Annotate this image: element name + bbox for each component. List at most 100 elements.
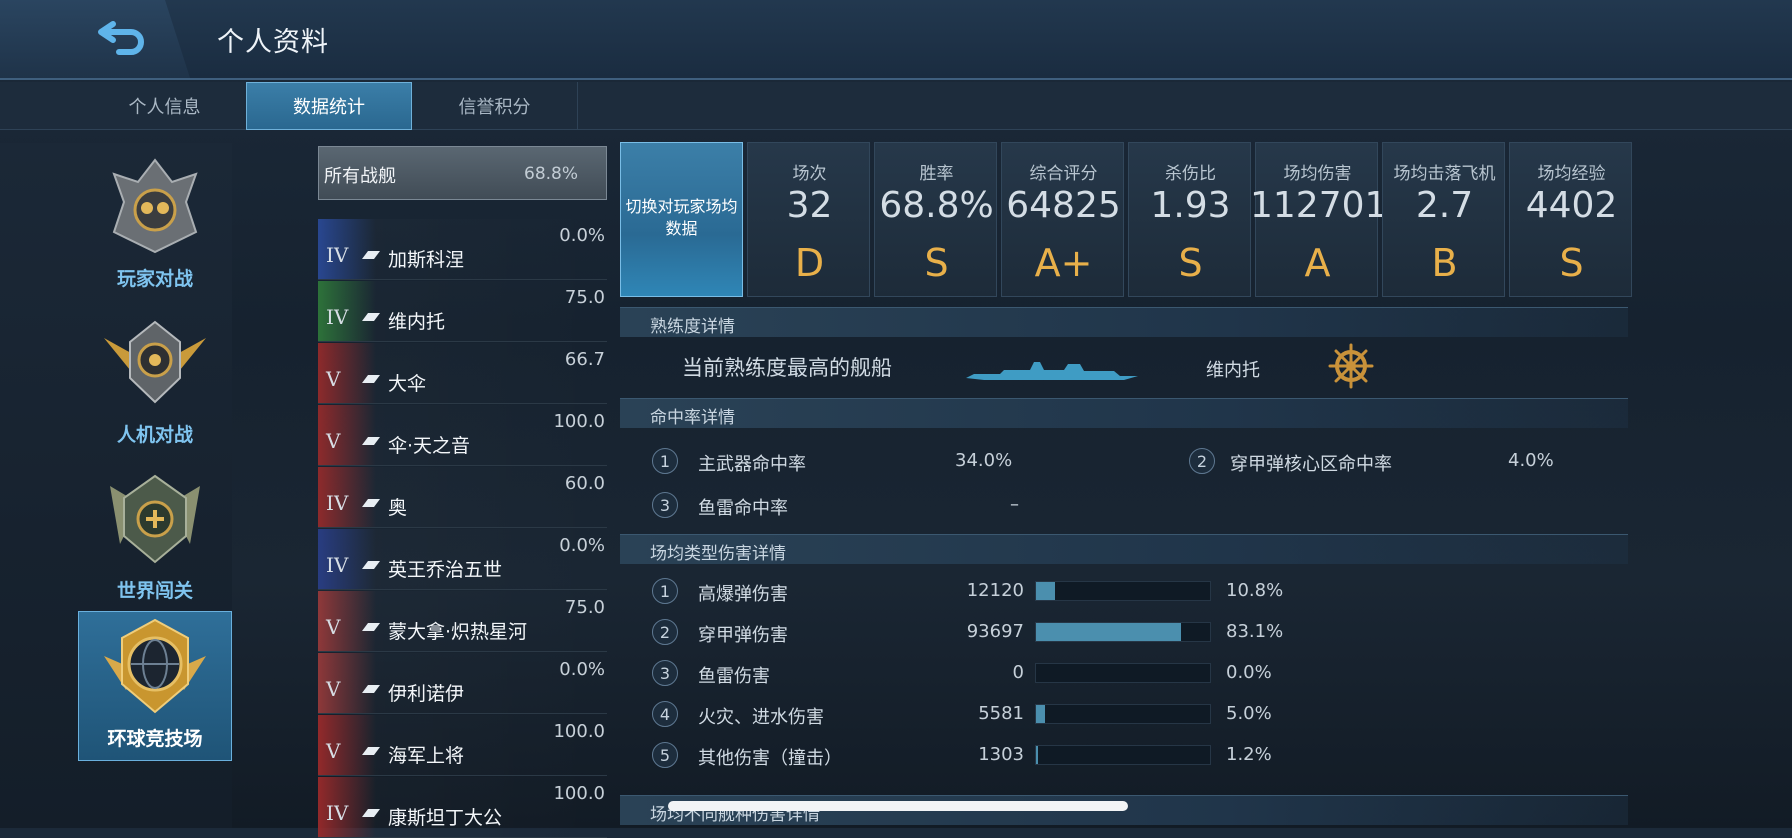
page-title: 个人资料 (217, 27, 329, 58)
stat-card: 场次 32 D (747, 142, 870, 297)
damage-bar-fill (1036, 582, 1055, 600)
ship-row[interactable]: V 大伞 66.7 (318, 343, 607, 404)
ship-value: 0.0% (559, 659, 605, 680)
stat-title: 场均经验 (1537, 164, 1606, 184)
accuracy-value: 34.0% (955, 450, 1013, 471)
damage-percent: 10.8% (1226, 580, 1284, 601)
top-proficiency-label: 当前熟练度最高的舰船 (682, 356, 892, 380)
mode-world-challenge[interactable]: 世界闯关 (78, 464, 232, 614)
ship-name: 伞·天之音 (388, 435, 471, 457)
stat-title: 胜率 (919, 164, 954, 184)
damage-percent: 0.0% (1226, 662, 1272, 683)
stat-title: 场均伤害 (1283, 164, 1352, 184)
damage-bar (1035, 581, 1211, 601)
arena-emblem-icon (104, 618, 206, 714)
ship-tier: V (326, 429, 341, 453)
ship-name: 加斯科涅 (388, 249, 465, 271)
damage-percent: 1.2% (1226, 744, 1272, 765)
damage-value: 93697 (966, 621, 1024, 642)
damage-bar (1035, 745, 1211, 765)
ship-class-icon (362, 809, 380, 817)
ship-class-icon (362, 499, 380, 507)
pve-emblem-icon (104, 320, 206, 404)
ship-tier: V (326, 367, 341, 391)
damage-label: 鱼雷伤害 (698, 666, 770, 687)
ship-row[interactable]: IV 康斯坦丁大公 100.0 (318, 777, 607, 838)
damage-num: 1 (652, 578, 678, 604)
ship-name: 维内托 (388, 311, 446, 333)
mode-global-arena[interactable]: 环球竞技场 (78, 611, 232, 761)
mode-label: 人机对战 (116, 424, 193, 446)
stat-value: 2.7 (1415, 185, 1474, 226)
stat-title: 综合评分 (1029, 164, 1098, 184)
pvp-emblem-icon (112, 158, 198, 254)
ship-tier: IV (326, 305, 349, 329)
damage-label: 其他伤害（撞击） (698, 748, 842, 769)
stat-card: 杀伤比 1.93 S (1128, 142, 1251, 297)
world-emblem-icon (110, 474, 200, 564)
damage-value: 12120 (966, 580, 1024, 601)
switch-data-label: 切换对玩家场均数据 (625, 197, 738, 238)
ship-class-icon (362, 623, 380, 631)
accuracy-label: 鱼雷命中率 (698, 498, 788, 519)
accuracy-value: – (1010, 494, 1019, 515)
damage-bar-fill (1036, 746, 1038, 764)
ship-value: 0.0% (559, 535, 605, 556)
ship-row[interactable]: V 海军上将 100.0 (318, 715, 607, 776)
damage-value: 1303 (978, 744, 1024, 765)
stat-grade: S (924, 241, 949, 285)
back-arrow-icon (98, 21, 144, 55)
ship-value: 75.0 (564, 597, 605, 618)
accuracy-label: 主武器命中率 (698, 454, 806, 475)
damage-bar-fill (1036, 705, 1045, 723)
ship-value: 0.0% (559, 225, 605, 246)
stat-grade: D (794, 241, 825, 285)
ship-row[interactable]: IV 英王乔治五世 0.0% (318, 529, 607, 590)
home-indicator (668, 801, 1128, 811)
damage-bar (1035, 622, 1211, 642)
ship-class-icon (362, 747, 380, 755)
ship-row[interactable]: V 伊利诺伊 0.0% (318, 653, 607, 714)
stat-value: 112701 (1250, 185, 1388, 226)
damage-value: 5581 (978, 703, 1024, 724)
damage-label: 火灾、进水伤害 (698, 707, 824, 728)
proficiency-header: 熟练度详情 (620, 307, 1628, 337)
damage-num: 2 (652, 619, 678, 645)
ship-class-icon (362, 251, 380, 259)
tab-personal-info[interactable]: 个人信息 (82, 82, 248, 130)
mode-pvp[interactable]: 玩家对战 (78, 152, 232, 302)
all-ships-value: 68.8% (524, 164, 579, 184)
ship-row[interactable]: IV 维内托 75.0 (318, 281, 607, 342)
ship-class-icon (362, 561, 380, 569)
tab-reputation[interactable]: 信誉积分 (412, 82, 578, 130)
tab-statistics[interactable]: 数据统计 (246, 82, 412, 130)
ship-tier: IV (326, 491, 349, 515)
ship-tier: V (326, 615, 341, 639)
damage-num: 4 (652, 701, 678, 727)
mode-pve[interactable]: 人机对战 (78, 308, 232, 458)
damage-bar (1035, 704, 1211, 724)
ship-name: 海军上将 (388, 745, 465, 767)
damage-percent: 5.0% (1226, 703, 1272, 724)
accuracy-value: 4.0% (1508, 450, 1554, 471)
ship-name: 奥 (388, 497, 408, 519)
accuracy-num: 3 (652, 492, 678, 518)
stat-value: 64825 (1006, 185, 1121, 226)
damage-label: 穿甲弹伤害 (698, 625, 788, 646)
stat-value: 4402 (1525, 185, 1618, 226)
top-proficiency-ship: 维内托 (1206, 360, 1260, 381)
stat-card: 场均伤害 112701 A (1250, 142, 1387, 297)
ship-tier: IV (326, 801, 349, 825)
ship-row[interactable]: IV 加斯科涅 0.0% (318, 219, 607, 280)
section-title: 命中率详情 (650, 408, 735, 428)
damage-num: 3 (652, 660, 678, 686)
ship-row[interactable]: V 蒙大拿·炽热星河 75.0 (318, 591, 607, 652)
ship-row[interactable]: IV 奥 60.0 (318, 467, 607, 528)
ship-name: 伊利诺伊 (388, 683, 465, 705)
mode-label: 世界闯关 (116, 580, 193, 602)
ship-row[interactable]: V 伞·天之音 100.0 (318, 405, 607, 466)
damage-value: 0 (1012, 662, 1024, 683)
back-button[interactable] (95, 12, 155, 62)
ship-class-icon (362, 375, 380, 383)
accuracy-num: 1 (652, 448, 678, 474)
